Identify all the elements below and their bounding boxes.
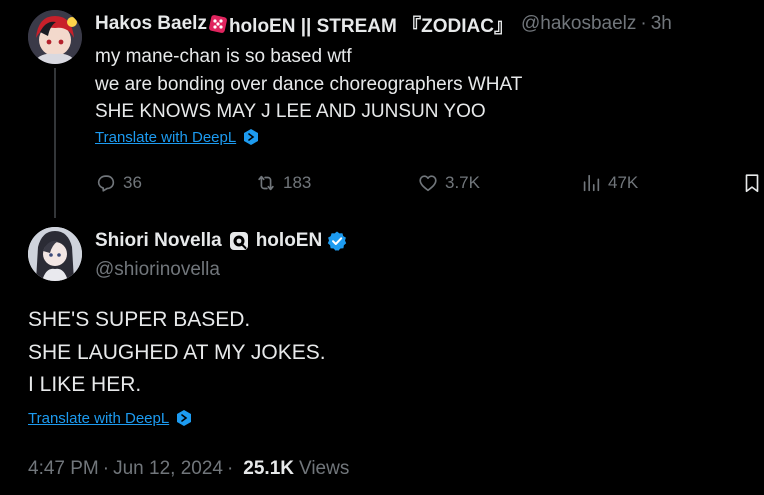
- reply-tweet-header: Shiori Novella holoEN @shiorinovella: [95, 229, 348, 283]
- tweet-text-line: I LIKE HER.: [28, 373, 142, 396]
- timestamp[interactable]: 3h: [651, 13, 672, 35]
- deepl-icon: [242, 128, 260, 146]
- translate-link[interactable]: Translate with DeepL: [28, 409, 193, 427]
- views-label: Views: [299, 458, 350, 479]
- retweet-icon: [258, 175, 274, 191]
- tweet-meta: 4:47 PM · Jun 12, 2024 · 25.1K Views: [28, 458, 349, 480]
- reply-count: 36: [123, 173, 142, 192]
- avatar-image: [28, 227, 82, 281]
- tweet-text: my mane-chan is so based wtf we are bond…: [95, 43, 745, 126]
- verified-badge-icon[interactable]: [326, 230, 348, 252]
- tweet-text-line: SHE LAUGHED AT MY JOKES.: [28, 340, 326, 364]
- reply-button[interactable]: 36: [95, 170, 142, 196]
- thread-connector-line: [54, 68, 56, 218]
- translate-label[interactable]: Translate with DeepL: [28, 410, 169, 427]
- tweet-thread: Hakos Baelz holoEN || STREAM 『ZODIAC』 @h…: [0, 0, 764, 495]
- display-name-part2[interactable]: holoEN: [256, 230, 323, 252]
- like-button[interactable]: 3.7K: [417, 170, 480, 196]
- separator-dot: ·: [102, 458, 110, 479]
- tweet-text-line: we are bonding over dance choreographers…: [95, 73, 523, 95]
- tweet-text-line: my mane-chan is so based wtf: [95, 46, 352, 67]
- heart-icon: [419, 175, 437, 192]
- separator-dot: ·: [226, 458, 234, 479]
- tweet-date[interactable]: Jun 12, 2024: [113, 458, 223, 480]
- tweet-time[interactable]: 4:47 PM: [28, 458, 99, 480]
- parent-tweet[interactable]: Hakos Baelz holoEN || STREAM 『ZODIAC』 @h…: [0, 0, 764, 218]
- tweet-header: Hakos Baelz holoEN || STREAM 『ZODIAC』 @h…: [95, 11, 672, 38]
- display-name-part1[interactable]: Shiori Novella: [95, 230, 222, 252]
- reply-display-name[interactable]: Shiori Novella holoEN: [95, 229, 348, 253]
- views-count: 25.1K: [243, 458, 294, 479]
- retweet-count: 183: [283, 173, 312, 192]
- translate-link[interactable]: Translate with DeepL: [95, 128, 260, 146]
- dice-icon: [208, 14, 228, 34]
- avatar[interactable]: [28, 227, 82, 281]
- avatar-image: [28, 10, 82, 64]
- views-chart-icon: [583, 174, 600, 192]
- bookmark-button[interactable]: [741, 170, 763, 196]
- deepl-icon: [175, 409, 193, 427]
- display-name-part2[interactable]: holoEN || STREAM 『ZODIAC』: [229, 11, 513, 38]
- user-handle[interactable]: @hakosbaelz: [521, 13, 636, 35]
- avatar[interactable]: [28, 10, 82, 64]
- views-button[interactable]: 47K: [580, 170, 638, 196]
- display-name-part1[interactable]: Hakos Baelz: [95, 13, 207, 35]
- tweet-text-line: SHE KNOWS MAY J LEE AND JUNSUN YOO: [95, 101, 486, 122]
- tweet-text: SHE'S SUPER BASED. SHE LAUGHED AT MY JOK…: [28, 304, 326, 402]
- tweet-text-line: SHE'S SUPER BASED.: [28, 308, 251, 331]
- bookmark-icon: [745, 174, 759, 193]
- eye-icon: [228, 230, 250, 252]
- views-count: 47K: [608, 173, 639, 192]
- retweet-button[interactable]: 183: [255, 170, 311, 196]
- translate-label[interactable]: Translate with DeepL: [95, 129, 236, 146]
- like-count: 3.7K: [445, 173, 480, 192]
- separator-dot: ·: [640, 13, 647, 34]
- user-handle[interactable]: @shiorinovella: [95, 259, 348, 283]
- reply-icon: [97, 175, 115, 192]
- tweet-actions: 36 183 3.7K 47K: [95, 170, 764, 196]
